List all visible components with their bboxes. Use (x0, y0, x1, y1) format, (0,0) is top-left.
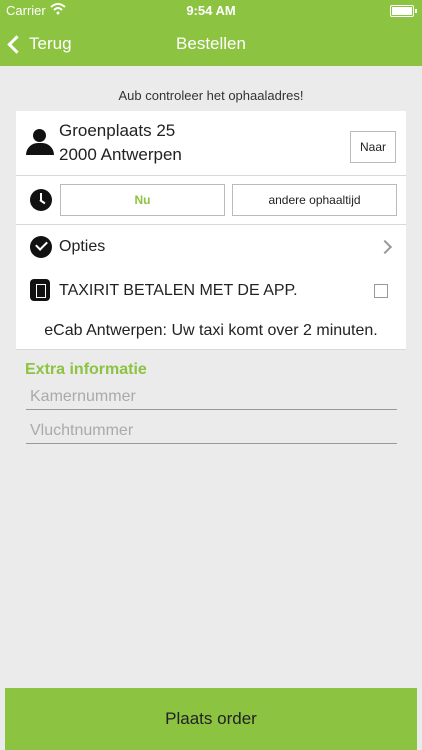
clock-icon (30, 189, 52, 211)
extra-info-title: Extra informatie (25, 361, 147, 378)
room-number-input[interactable] (26, 384, 397, 410)
check-circle-icon (30, 236, 52, 258)
person-icon (26, 129, 54, 155)
status-bar: Carrier 9:54 AM (0, 0, 422, 22)
pay-with-app-checkbox[interactable] (374, 284, 388, 298)
options-label: Opties (59, 238, 106, 255)
address-city: 2000 Antwerpen (59, 145, 182, 164)
page-title: Bestellen (176, 34, 246, 53)
flight-number-input[interactable] (26, 418, 397, 444)
pay-with-app-label: TAXIRIT BETALEN MET DE APP. (59, 282, 298, 299)
options-row[interactable]: Opties (16, 225, 406, 270)
address-street: Groenplaats 25 (59, 121, 176, 140)
now-button[interactable]: Nu (60, 184, 225, 216)
place-order-button[interactable]: Plaats order (5, 688, 417, 750)
nav-bar: Terug Bestellen (0, 22, 422, 66)
destination-button[interactable]: Naar (350, 131, 396, 163)
chevron-right-icon (377, 239, 393, 255)
pay-with-app-row: TAXIRIT BETALEN MET DE APP. (16, 269, 406, 314)
phone-icon (30, 279, 50, 301)
battery-icon (390, 5, 417, 17)
pickup-address-row: Groenplaats 25 2000 Antwerpen Naar (16, 111, 406, 176)
other-time-button[interactable]: andere ophaaltijd (232, 184, 397, 216)
address-hint: Aub controleer het ophaaladres! (118, 88, 304, 103)
status-time: 9:54 AM (186, 3, 236, 18)
eta-info: eCab Antwerpen: Uw taxi komt over 2 minu… (16, 312, 406, 350)
pickup-time-row: Nu andere ophaaltijd (16, 176, 406, 225)
